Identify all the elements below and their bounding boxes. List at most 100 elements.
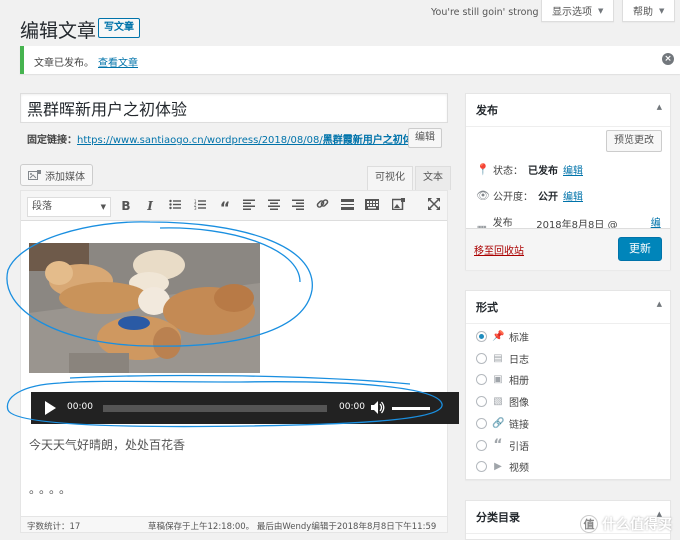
format-option-label: 引语	[509, 441, 529, 453]
embedded-dog-photo[interactable]	[29, 243, 260, 373]
image-icon: ▧	[493, 396, 503, 407]
post-title-input[interactable]	[20, 93, 448, 123]
post-body-dots: 。。。。	[29, 482, 76, 496]
update-button[interactable]: 更新	[618, 237, 662, 261]
radio[interactable]	[476, 353, 487, 364]
format-option-label: 标准	[509, 333, 529, 344]
site-watermark: 值 什么值得买	[580, 514, 672, 534]
view-post-link[interactable]: 查看文章	[98, 58, 138, 69]
permalink-url[interactable]: https://www.santiaogo.cn/wordpress/2018/…	[77, 135, 426, 146]
blockquote-icon[interactable]: “	[216, 197, 234, 217]
permalink-label: 固定链接：	[27, 135, 77, 146]
post-body-text: 今天天气好晴朗，处处百花香	[29, 438, 186, 452]
visibility-row: 👁 公开度： 公开 编辑	[476, 188, 583, 203]
format-option-quote[interactable]: “ 引语	[476, 437, 529, 453]
radio[interactable]	[476, 439, 487, 451]
align-left-icon[interactable]	[240, 197, 258, 215]
edit-slug-button[interactable]: 编辑	[408, 128, 442, 148]
audio-current-time: 00:00	[67, 402, 93, 412]
quote-icon: “	[493, 437, 503, 453]
success-notice: 文章已发布。 查看文章 ×	[20, 46, 680, 74]
tab-text[interactable]: 文本	[415, 166, 451, 190]
link-icon: 🔗	[492, 418, 505, 429]
format-select[interactable]: 段落 ▼	[27, 197, 111, 217]
format-option-label: 图像	[509, 398, 529, 409]
watermark-logo-icon: 值	[580, 515, 598, 533]
page-title: 编辑文章	[20, 20, 97, 42]
format-option-aside[interactable]: ▤ 日志	[476, 351, 529, 366]
format-box-title: 形式	[476, 301, 498, 314]
help-button[interactable]: 帮助 ▼	[622, 0, 676, 22]
radio[interactable]	[476, 396, 487, 407]
toolbar-toggle-icon[interactable]	[363, 197, 381, 215]
radio[interactable]	[476, 418, 487, 429]
numbered-list-icon[interactable]: 123	[191, 197, 209, 215]
add-media-icon[interactable]	[389, 197, 407, 215]
collapse-icon[interactable]: ▲	[657, 103, 662, 111]
collapse-icon[interactable]: ▲	[657, 300, 662, 308]
aside-icon: ▤	[493, 353, 503, 364]
format-box: 形式 ▲ 📌 标准 ▤ 日志 ▣ 相册 ▧ 图像 🔗 链接 “ 引语 ▶ 视频	[465, 290, 671, 480]
volume-icon[interactable]	[371, 401, 385, 417]
format-option-image[interactable]: ▧ 图像	[476, 394, 529, 409]
radio-selected[interactable]	[476, 331, 487, 342]
link-icon[interactable]	[313, 197, 331, 215]
format-option-link[interactable]: 🔗 链接	[476, 416, 529, 431]
move-to-trash-link[interactable]: 移至回收站	[474, 242, 524, 257]
preview-changes-button[interactable]: 预览更改	[606, 130, 662, 152]
edit-visibility-link[interactable]: 编辑	[563, 188, 583, 203]
fullscreen-icon[interactable]	[425, 197, 443, 215]
audio-progress-rail[interactable]	[103, 405, 327, 412]
gallery-icon: ▣	[493, 374, 503, 385]
admin-tagline: You're still goin' strong	[431, 7, 539, 18]
caret-down-icon: ▼	[100, 203, 106, 211]
eye-icon: 👁	[476, 189, 490, 202]
align-right-icon[interactable]	[289, 197, 307, 215]
format-option-label: 相册	[509, 376, 529, 387]
read-more-icon[interactable]	[338, 197, 356, 215]
format-option-label: 链接	[509, 420, 529, 431]
format-option-video[interactable]: ▶ 视频	[476, 459, 529, 474]
dismiss-icon[interactable]: ×	[662, 53, 674, 65]
screen-options-label: 显示选项	[552, 7, 592, 18]
bulleted-list-icon[interactable]	[166, 197, 184, 215]
volume-slider[interactable]	[392, 407, 430, 410]
format-select-value: 段落	[32, 201, 52, 212]
bold-icon[interactable]: B	[117, 197, 135, 215]
watermark-text: 什么值得买	[602, 517, 672, 533]
post-editor[interactable]: 段落 ▼ B I 123 “ 00:00 00:00 今天天气好晴朗，处处百花香…	[20, 190, 459, 533]
categories-box-title: 分类目录	[476, 511, 520, 524]
caret-down-icon: ▼	[598, 6, 604, 15]
radio[interactable]	[476, 461, 487, 472]
tab-visual[interactable]: 可视化	[367, 166, 413, 190]
status-row: 📍 状态： 已发布 编辑	[476, 162, 583, 177]
word-count: 字数统计：17	[27, 522, 81, 532]
radio[interactable]	[476, 374, 487, 385]
permalink-base: https://www.santiaogo.cn/wordpress/2018/…	[77, 135, 323, 146]
video-icon: ▶	[494, 461, 502, 472]
media-icon	[28, 169, 41, 180]
editor-status-bar: 字数统计：17 草稿保存于上午12:18:00。 最后由Wendy编辑于2018…	[21, 516, 447, 532]
screen-options-button[interactable]: 显示选项 ▼	[541, 0, 615, 22]
pin-icon: 📌	[492, 331, 505, 342]
edit-status-link[interactable]: 编辑	[563, 162, 583, 177]
play-icon[interactable]	[45, 401, 56, 415]
format-option-gallery[interactable]: ▣ 相册	[476, 372, 529, 387]
notice-message: 文章已发布。	[34, 58, 94, 69]
permalink-row: 固定链接：https://www.santiaogo.cn/wordpress/…	[27, 131, 426, 146]
visibility-label: 公开度：	[493, 192, 533, 203]
audio-duration: 00:00	[339, 402, 365, 412]
status-value: 已发布	[528, 166, 558, 177]
publish-box-title: 发布	[476, 104, 498, 117]
publish-actions: 移至回收站 更新	[466, 228, 670, 270]
align-center-icon[interactable]	[265, 197, 283, 215]
format-option-standard[interactable]: 📌 标准	[476, 329, 529, 344]
publish-box: 发布▲ 预览更改 📍 状态：已发布 编辑 👁 公开度：公开 编辑 ▦ 发布于：2…	[465, 93, 671, 270]
editor-toolbar: 段落 ▼ B I 123 “	[21, 191, 447, 221]
italic-icon[interactable]: I	[141, 197, 159, 215]
caret-down-icon: ▼	[659, 6, 665, 15]
pin-icon: 📍	[476, 163, 490, 176]
add-new-post-button[interactable]: 写文章	[98, 18, 140, 38]
help-label: 帮助	[633, 7, 653, 18]
add-media-button[interactable]: 添加媒体	[20, 164, 93, 186]
